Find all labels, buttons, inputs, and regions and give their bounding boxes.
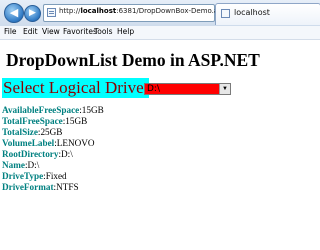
prop-key: VolumeLabel: [2, 138, 55, 148]
menu-view[interactable]: View: [42, 27, 60, 36]
prop-value: :25GB: [37, 127, 63, 137]
forward-button[interactable]: ▶: [24, 5, 41, 22]
prop-key: AvailableFreeSpace: [2, 105, 80, 115]
prop-name: Name:D:\: [2, 160, 104, 171]
menu-file[interactable]: File: [4, 27, 17, 36]
prop-value: :15GB: [62, 116, 88, 126]
prop-key: DriveFormat: [2, 182, 54, 192]
prop-drive-format: DriveFormat:NTFS: [2, 182, 104, 193]
prop-total-size: TotalSize:25GB: [2, 127, 104, 138]
prop-key: DriveType: [2, 171, 44, 181]
menu-bar: File Edit View Favorites Tools Help: [0, 26, 320, 40]
prop-value: :NTFS: [53, 182, 79, 192]
address-bar[interactable]: http://localhost:6381/DropDownBox-Demo.a…: [43, 4, 235, 36]
page-icon: [47, 8, 56, 17]
prop-value: :D:\: [24, 160, 40, 170]
prop-drive-type: DriveType:Fixed: [2, 171, 104, 182]
prop-key: TotalFreeSpace: [2, 116, 63, 126]
prop-key: Name: [2, 160, 25, 170]
prop-value: :LENOVO: [54, 138, 95, 148]
prop-value: :15GB: [79, 105, 104, 115]
page-title: DropDownList Demo in ASP.NET: [6, 50, 260, 70]
arrow-right-icon: ▶: [29, 8, 36, 18]
menu-help[interactable]: Help: [117, 27, 134, 36]
page-icon: [221, 9, 230, 18]
prop-value: :Fixed: [43, 171, 67, 181]
chevron-down-icon[interactable]: ▼: [219, 84, 230, 94]
prop-key: TotalSize: [2, 127, 38, 137]
url-text: http://localhost:6381/DropDownBox-Demo.a…: [59, 7, 230, 15]
browser-titlebar: ◀ ▶ http://localhost:6381/DropDownBox-De…: [0, 0, 320, 36]
url-rest: :6381/DropDownBox-Demo.aspx: [116, 7, 231, 15]
prop-key: RootDirectory: [2, 149, 59, 159]
prop-total-free-space: TotalFreeSpace:15GB: [2, 116, 104, 127]
arrow-left-icon: ◀: [9, 6, 19, 19]
menu-edit[interactable]: Edit: [23, 27, 38, 36]
prop-volume-label: VolumeLabel:LENOVO: [2, 138, 104, 149]
select-drive-label: Select Logical Drive:: [2, 78, 150, 98]
menu-tools[interactable]: Tools: [94, 27, 112, 36]
drive-dropdown[interactable]: D:\ ▼: [144, 83, 231, 95]
menu-favorites[interactable]: Favorites: [63, 27, 97, 36]
browser-tab[interactable]: localhost: [215, 3, 320, 25]
back-button[interactable]: ◀: [4, 3, 24, 23]
url-host: localhost: [80, 7, 117, 15]
url-prefix: http://: [59, 7, 81, 15]
prop-root-directory: RootDirectory:D:\: [2, 149, 104, 160]
tab-title: localhost: [234, 8, 270, 17]
prop-value: :D:\: [58, 149, 73, 159]
prop-available-free-space: AvailableFreeSpace:15GB: [2, 105, 104, 116]
selected-drive-value: D:\: [147, 84, 160, 94]
drive-properties: AvailableFreeSpace:15GB TotalFreeSpace:1…: [2, 105, 104, 193]
